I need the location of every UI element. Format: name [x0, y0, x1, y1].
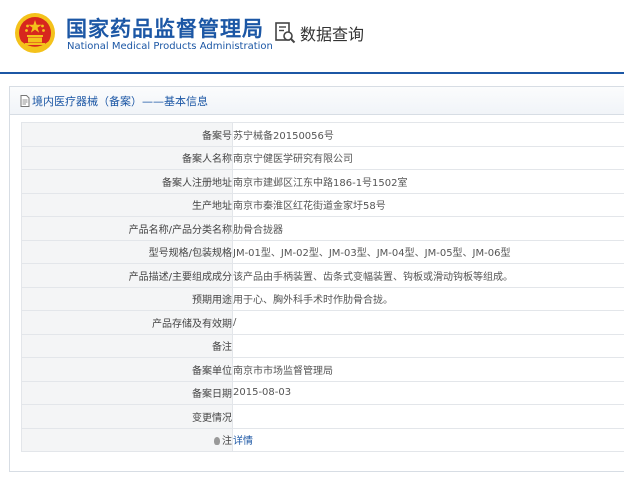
- table-row: 产品名称/产品分类名称 肋骨合拢器: [21, 216, 624, 241]
- table-row: 备注: [21, 333, 624, 358]
- row-label: 备案日期: [21, 380, 233, 405]
- row-value: 南京市秦淮区红花街道金家圩58号: [232, 192, 624, 217]
- row-value: 肋骨合拢器: [232, 216, 624, 241]
- site-subtitle: National Medical Products Administration: [67, 41, 273, 52]
- info-table: 备案号 苏宁械备20150056号 备案人名称 南京宁健医学研究有限公司 备案人…: [21, 122, 624, 452]
- table-row: 备案日期 2015-08-03: [21, 380, 624, 405]
- data-query-label: 数据查询: [300, 25, 365, 44]
- info-panel: 境内医疗器械（备案）——基本信息 备案号 苏宁械备20150056号 备案人名称…: [9, 86, 624, 472]
- row-value: 南京市建邺区江东中路186-1号1502室: [232, 169, 624, 194]
- row-value: 南京市市场监督管理局: [232, 357, 624, 382]
- site-title: 国家药品监督管理局: [66, 17, 264, 41]
- table-row: 变更情况: [21, 404, 624, 429]
- table-row: 型号规格/包装规格 JM-01型、JM-02型、JM-03型、JM-04型、JM…: [21, 239, 624, 264]
- table-row: 生产地址 南京市秦淮区红花街道金家圩58号: [21, 192, 624, 217]
- row-value: 用于心、胸外科手术时作肋骨合拢。: [232, 286, 624, 311]
- row-value: 苏宁械备20150056号: [232, 122, 624, 147]
- note-label-cell: 注: [21, 427, 233, 452]
- search-document-icon: [275, 22, 296, 44]
- row-label: 备案人名称: [21, 145, 233, 170]
- national-emblem-icon[interactable]: [14, 12, 56, 54]
- panel-header: 境内医疗器械（备案）——基本信息: [10, 87, 624, 115]
- row-value: [232, 404, 624, 429]
- document-icon: [20, 94, 30, 107]
- table-row: 备案人名称 南京宁健医学研究有限公司: [21, 145, 624, 170]
- table-row: 预期用途 用于心、胸外科手术时作肋骨合拢。: [21, 286, 624, 311]
- table-row: 备案人注册地址 南京市建邺区江东中路186-1号1502室: [21, 169, 624, 194]
- row-label: 变更情况: [21, 404, 233, 429]
- table-row: 产品描述/主要组成成分 该产品由手柄装置、齿条式变幅装置、钩板或滑动钩板等组成。: [21, 263, 624, 288]
- row-label: 产品存储及有效期: [21, 310, 233, 335]
- row-label: 备注: [21, 333, 233, 358]
- row-value: 该产品由手柄装置、齿条式变幅装置、钩板或滑动钩板等组成。: [232, 263, 624, 288]
- site-header: 国家药品监督管理局 National Medical Products Admi…: [0, 0, 624, 72]
- details-link[interactable]: 详情: [234, 436, 254, 447]
- row-value: 南京宁健医学研究有限公司: [232, 145, 624, 170]
- header-divider: [0, 72, 624, 74]
- row-label: 备案人注册地址: [21, 169, 233, 194]
- row-label: 生产地址: [21, 192, 233, 217]
- table-row: 备案号 苏宁械备20150056号: [21, 122, 624, 147]
- table-row: 产品存储及有效期 /: [21, 310, 624, 335]
- row-value: [232, 333, 624, 358]
- data-query-link[interactable]: 数据查询: [274, 21, 364, 45]
- row-value: 2015-08-03: [232, 380, 624, 405]
- row-value: 详情: [232, 427, 624, 452]
- lightbulb-icon: [214, 437, 220, 446]
- row-label: 产品描述/主要组成成分: [21, 263, 233, 288]
- row-label: 预期用途: [21, 286, 233, 311]
- panel-title: 境内医疗器械（备案）——基本信息: [32, 94, 208, 108]
- row-label: 型号规格/包装规格: [21, 239, 233, 264]
- row-label: 备案号: [21, 122, 233, 147]
- row-label: 产品名称/产品分类名称: [21, 216, 233, 241]
- row-value: /: [232, 310, 624, 335]
- row-label: 注: [222, 436, 232, 448]
- row-label: 备案单位: [21, 357, 233, 382]
- table-row: 备案单位 南京市市场监督管理局: [21, 357, 624, 382]
- row-value: JM-01型、JM-02型、JM-03型、JM-04型、JM-05型、JM-06…: [232, 239, 624, 264]
- table-row: 注 详情: [21, 427, 624, 452]
